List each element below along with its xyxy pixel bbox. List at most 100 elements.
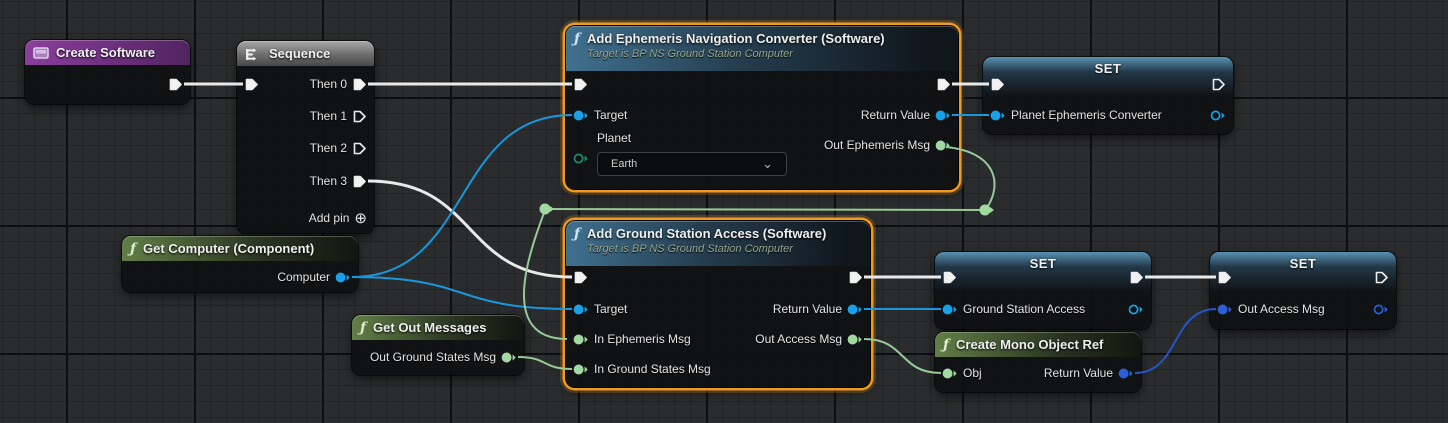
node-get-out-messages[interactable]: ƒGet Out Messages Out Ground States Msg <box>352 315 524 375</box>
pin-return[interactable]: Return Value <box>1044 362 1134 384</box>
exec-pin-icon[interactable] <box>990 77 1005 92</box>
wire-msg-outaccess-obj[interactable] <box>864 339 941 373</box>
pin-target[interactable]: Target <box>573 298 627 320</box>
pin-var-out[interactable] <box>1373 298 1389 320</box>
node-get-computer[interactable]: ƒGet Computer (Component) Computer <box>122 236 358 292</box>
exec-pin-icon[interactable] <box>573 77 588 92</box>
node-set-oam[interactable]: SETOut Access Msg <box>1210 252 1396 329</box>
exec-pin-icon[interactable] <box>1211 77 1226 92</box>
message-pin-icon[interactable] <box>935 139 951 152</box>
pin-then0[interactable]: Then 0 <box>310 73 367 95</box>
node-header[interactable]: ƒCreate Mono Object Ref <box>935 332 1141 357</box>
message-pin-icon[interactable] <box>573 363 589 376</box>
pin-exec-out[interactable] <box>1374 266 1389 288</box>
pin-exec-in[interactable] <box>244 73 259 95</box>
pin-target[interactable]: Target <box>573 104 627 126</box>
object-pin-icon[interactable] <box>935 109 951 122</box>
pin-in-eph[interactable]: In Ephemeris Msg <box>573 328 691 350</box>
pin-addpin[interactable]: ⊕Add pin <box>309 207 367 229</box>
object-pin-icon[interactable] <box>573 303 589 316</box>
add-pin-icon[interactable]: ⊕ <box>354 211 367 226</box>
pin-out-eph[interactable]: Out Ephemeris Msg <box>824 134 951 156</box>
wire-msg-reroute1-reroute2[interactable] <box>545 209 985 210</box>
exec-pin-icon[interactable] <box>168 77 183 92</box>
node-header[interactable]: ƒAdd Ground Station Access (Software)Tar… <box>566 221 870 266</box>
enum-pin-icon[interactable] <box>573 152 589 165</box>
pin-exec-in[interactable] <box>990 73 1005 95</box>
pin-exec-in[interactable] <box>573 266 588 288</box>
pin-return[interactable]: Return Value <box>861 104 951 126</box>
exec-pin-icon[interactable] <box>1374 270 1389 285</box>
pin-var-out[interactable] <box>1210 104 1226 126</box>
pin-computer[interactable]: Computer <box>277 266 351 288</box>
node-header[interactable]: Sequence <box>237 41 374 66</box>
message-pin-icon[interactable] <box>847 333 863 346</box>
pin-var-in[interactable]: Planet Ephemeris Converter <box>990 104 1162 126</box>
pin-var-in[interactable]: Ground Station Access <box>942 298 1085 320</box>
exec-pin-icon[interactable] <box>1217 270 1232 285</box>
object-pin-icon[interactable] <box>573 109 589 122</box>
object-pin-icon[interactable] <box>335 271 351 284</box>
pin-exec-out[interactable] <box>848 266 863 288</box>
pin-exec-out[interactable] <box>1129 266 1144 288</box>
message-pin-icon[interactable] <box>573 333 589 346</box>
planet-dropdown[interactable]: Earth⌄ <box>597 152 787 176</box>
pin-then3[interactable]: Then 3 <box>310 170 367 192</box>
wire-obj-computer-target1[interactable] <box>352 115 572 277</box>
wire-exec-then3-ground[interactable] <box>368 181 572 277</box>
pin-return[interactable]: Return Value <box>773 298 863 320</box>
exec-pin-icon[interactable] <box>352 77 367 92</box>
pin-var-out[interactable] <box>1128 298 1144 320</box>
wire-obj-computer-target2[interactable] <box>352 277 572 309</box>
blueprint-graph-canvas[interactable]: Create Software Sequence Then 0 Then 1 Then … <box>0 0 1448 423</box>
node-add-ephemeris[interactable]: ƒAdd Ephemeris Navigation Converter (Sof… <box>566 26 958 189</box>
exec-pin-icon[interactable] <box>942 270 957 285</box>
node-sequence[interactable]: Sequence Then 0 Then 1 Then 2 Then 3 ⊕Add pin <box>237 41 374 233</box>
wire-msg-outground-inground[interactable] <box>518 357 572 369</box>
pin-exec-in[interactable] <box>1217 266 1232 288</box>
exec-pin-icon[interactable] <box>573 270 588 285</box>
pin-obj[interactable]: Obj <box>942 362 982 384</box>
pin-out-ground[interactable]: Out Ground States Msg <box>370 346 517 368</box>
pin-planet[interactable] <box>573 147 589 169</box>
wire-msg-reroute2-ineph[interactable] <box>524 213 567 339</box>
exec-pin-icon[interactable] <box>1129 270 1144 285</box>
exec-pin-icon[interactable] <box>936 77 951 92</box>
object-pin-icon[interactable] <box>990 109 1006 122</box>
pin-in-ground[interactable]: In Ground States Msg <box>573 358 711 380</box>
pin-exec-in[interactable] <box>942 266 957 288</box>
pin-out-access[interactable]: Out Access Msg <box>755 328 863 350</box>
mono-pin-icon[interactable] <box>1217 303 1233 316</box>
mono-pin-icon[interactable] <box>1118 367 1134 380</box>
node-header[interactable]: ƒGet Out Messages <box>352 315 524 340</box>
node-set-gsa[interactable]: SETGround Station Access <box>935 252 1151 329</box>
object-pin-icon[interactable] <box>847 303 863 316</box>
pin-exec-in[interactable] <box>573 73 588 95</box>
pin-var-in[interactable]: Out Access Msg <box>1217 298 1325 320</box>
pin-then2[interactable]: Then 2 <box>310 137 367 159</box>
exec-pin-icon[interactable] <box>848 270 863 285</box>
exec-pin-icon[interactable] <box>352 141 367 156</box>
message-pin-icon[interactable] <box>501 351 517 364</box>
node-header[interactable]: ƒAdd Ephemeris Navigation Converter (Sof… <box>566 26 958 71</box>
reroute-left-reroute-node[interactable] <box>540 204 555 215</box>
exec-pin-icon[interactable] <box>352 109 367 124</box>
pin-exec-out[interactable] <box>936 73 951 95</box>
object-pin-icon[interactable] <box>942 303 958 316</box>
exec-pin-icon[interactable] <box>244 77 259 92</box>
object-pin-icon[interactable] <box>1128 303 1144 316</box>
pin-then1[interactable]: Then 1 <box>310 105 367 127</box>
pin-exec-out[interactable] <box>168 73 183 95</box>
reroute-right-reroute-node[interactable] <box>980 205 995 216</box>
mono-pin-icon[interactable] <box>1373 303 1389 316</box>
pin-exec-out[interactable] <box>1211 73 1226 95</box>
node-add-ground[interactable]: ƒAdd Ground Station Access (Software)Tar… <box>566 221 870 387</box>
node-set-planet[interactable]: SETPlanet Ephemeris Converter <box>983 57 1233 134</box>
message-pin-icon[interactable] <box>942 367 958 380</box>
exec-pin-icon[interactable] <box>352 174 367 189</box>
node-create-mono[interactable]: ƒCreate Mono Object Ref Obj Return Value <box>935 332 1141 392</box>
node-header[interactable]: Create Software <box>25 40 190 65</box>
object-pin-icon[interactable] <box>1210 109 1226 122</box>
node-header[interactable]: ƒGet Computer (Component) <box>122 236 358 261</box>
node-create-software[interactable]: Create Software <box>25 40 190 104</box>
